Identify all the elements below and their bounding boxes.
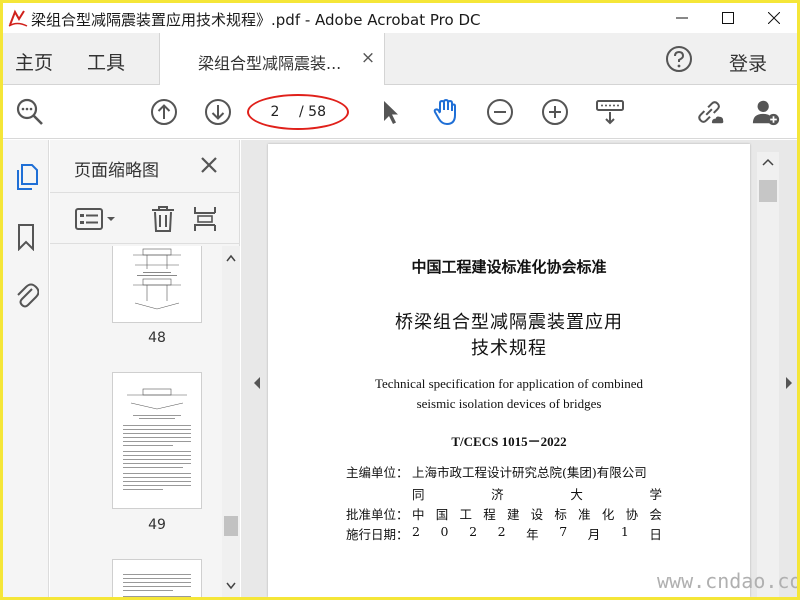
thumbnail-page-number: 49 (148, 517, 166, 533)
approval-value: 中 国 工 程 建 设 标 准 化 协 会 (412, 504, 662, 523)
page-number-field[interactable]: 2 / 58 (255, 99, 343, 125)
date-char: 2 (497, 524, 506, 539)
document-scrollbar[interactable] (757, 152, 779, 597)
document-title-line1: 桥梁组合型减隔震装置应用 (395, 312, 623, 333)
chief-editor-value: 上海市政工程设计研究总院(集团)有限公司 (412, 465, 647, 480)
scrollbar-thumb[interactable] (224, 516, 238, 536)
english-title-line2: seismic isolation devices of bridges (416, 396, 602, 411)
tab-document[interactable]: 梁组合型减隔震装... × (159, 33, 385, 86)
share-link-icon[interactable] (695, 97, 725, 127)
scroll-down-arrow-icon[interactable] (226, 582, 236, 590)
thumbnail-panel: 页面缩略图 48 49 (50, 140, 240, 597)
tab-bar: 主页 工具 梁组合型减隔震装... × 登录 (3, 33, 797, 86)
previous-page-icon[interactable] (149, 97, 179, 127)
co-editor-char: 大 (570, 487, 583, 502)
approval-char: 国 (435, 507, 449, 522)
page-thumbnail[interactable] (112, 372, 202, 509)
current-page-input[interactable]: 2 (265, 104, 285, 120)
tab-home[interactable]: 主页 (15, 48, 53, 75)
rotate-page-icon[interactable] (190, 206, 220, 232)
page-thumbnails-icon[interactable] (12, 162, 40, 192)
date-char: 2 (469, 524, 478, 539)
collapse-left-arrow-icon[interactable] (251, 376, 263, 390)
approval-char: 中 (412, 507, 425, 522)
document-title-line2: 技术规程 (471, 338, 547, 359)
window-title: 梁组合型减隔震装置应用技术规程》.pdf - Adobe Acrobat Pro… (31, 11, 481, 29)
english-title-line1: Technical specification for application … (374, 376, 643, 391)
thumbnail-list: 48 49 (50, 246, 222, 597)
expand-right-arrow-icon[interactable] (783, 376, 795, 390)
thumbnail-page-number: 48 (148, 330, 166, 346)
title-bar: 梁组合型减隔震装置应用技术规程》.pdf - Adobe Acrobat Pro… (3, 3, 797, 33)
approval-char: 准 (578, 507, 591, 522)
chief-editor-label: 主编单位： (346, 465, 409, 480)
app-logo-icon (7, 9, 29, 29)
document-tab-label: 梁组合型减隔震装... (198, 54, 342, 73)
site-watermark: www.cndao.com (657, 569, 797, 593)
date-char: 7 (559, 524, 568, 539)
approval-char: 建 (506, 507, 520, 522)
thumbnail-scrollbar[interactable] (222, 246, 240, 597)
maximize-button[interactable] (705, 3, 751, 33)
date-char: 0 (440, 524, 449, 539)
document-view: 中国工程建设标准化协会标准 桥梁组合型减隔震装置应用 技术规程 Technica… (241, 140, 797, 597)
date-char: 日 (649, 527, 662, 542)
co-editor-char: 同 (412, 487, 425, 502)
approval-char: 化 (601, 507, 615, 522)
total-pages-label: / 58 (299, 104, 326, 120)
hand-tool-icon[interactable] (431, 97, 461, 127)
close-window-button[interactable] (751, 3, 797, 33)
minimize-button[interactable] (659, 3, 705, 33)
co-editor-char: 济 (491, 487, 504, 502)
panel-title: 页面缩略图 (74, 161, 159, 181)
attachments-icon[interactable] (12, 278, 40, 308)
panel-toolbar (50, 192, 240, 244)
zoom-out-icon[interactable] (485, 97, 515, 127)
scrollbar-thumb[interactable] (759, 180, 777, 202)
approval-char: 标 (554, 507, 567, 522)
scroll-up-arrow-icon[interactable] (226, 254, 236, 262)
zoom-in-icon[interactable] (540, 97, 570, 127)
keyboard-scroll-icon[interactable] (595, 97, 625, 127)
add-user-icon[interactable] (751, 97, 781, 127)
implement-row: 施行日期： (346, 524, 412, 543)
approval-char: 工 (459, 507, 472, 522)
options-menu-icon[interactable] (74, 206, 120, 232)
approval-char: 会 (649, 507, 662, 522)
standard-organization: 中国工程建设标准化协会标准 (411, 258, 607, 276)
next-page-icon[interactable] (203, 97, 233, 127)
page-thumbnail[interactable] (112, 559, 202, 597)
acrobat-window: 梁组合型减隔震装置应用技术规程》.pdf - Adobe Acrobat Pro… (3, 3, 797, 597)
close-tab-button[interactable]: × (358, 47, 378, 69)
date-char: 2 (412, 524, 420, 539)
bookmarks-icon[interactable] (12, 222, 40, 252)
scroll-up-arrow-icon[interactable] (762, 158, 774, 166)
approval-char: 程 (483, 507, 496, 522)
co-editor-char: 学 (649, 487, 662, 502)
chief-editor-row: 主编单位： 上海市政工程设计研究总院(集团)有限公司 (346, 462, 647, 481)
approval-row: 批准单位： (346, 504, 412, 523)
implement-label: 施行日期： (346, 527, 409, 542)
standard-code: T/CECS 1015－2022 (451, 434, 567, 449)
date-char: 年 (526, 527, 539, 542)
approval-char: 协 (625, 507, 639, 522)
left-rail (3, 140, 49, 597)
pdf-page: 中国工程建设标准化协会标准 桥梁组合型减隔震装置应用 技术规程 Technica… (268, 144, 750, 597)
help-icon[interactable] (665, 45, 693, 73)
login-button[interactable]: 登录 (729, 49, 767, 76)
approval-char: 设 (530, 507, 544, 522)
co-editor-row: 同 济 大 学 (412, 484, 662, 503)
date-char: 月 (587, 527, 601, 542)
toolbar: 2 / 58 (3, 85, 797, 139)
delete-page-icon[interactable] (148, 206, 178, 232)
implement-value: 2 0 2 2 年 7 月 1 日 (412, 524, 662, 543)
zoom-search-icon[interactable] (15, 97, 45, 127)
approval-label: 批准单位： (346, 507, 409, 522)
page-thumbnail[interactable] (112, 246, 202, 323)
tab-tools[interactable]: 工具 (87, 48, 125, 75)
close-panel-icon[interactable] (198, 154, 220, 176)
date-char: 1 (620, 524, 629, 539)
select-cursor-icon[interactable] (375, 97, 405, 127)
